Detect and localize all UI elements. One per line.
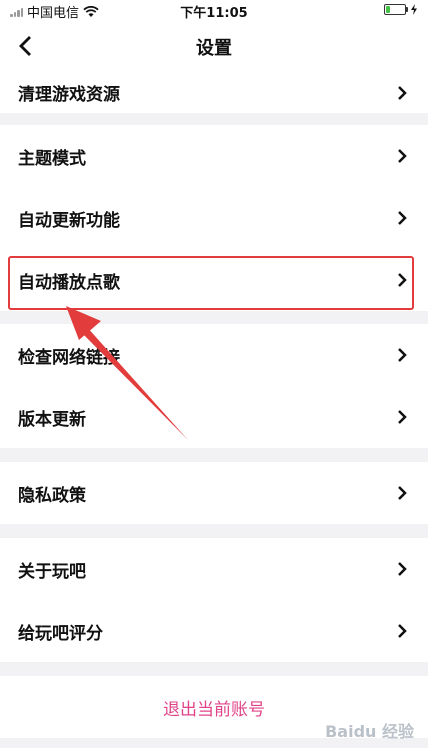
settings-group-preferences: 主题模式 自动更新功能 自动播放点歌 (0, 125, 428, 311)
setting-label: 自动更新功能 (18, 210, 120, 231)
setting-theme-mode[interactable]: 主题模式 (0, 125, 428, 187)
status-time: 下午11:05 (180, 6, 248, 21)
setting-label: 版本更新 (18, 409, 86, 430)
setting-label: 检查网络链接 (18, 347, 120, 368)
chevron-right-icon (398, 211, 407, 225)
chevron-right-icon (398, 486, 407, 500)
setting-label: 关于玩吧 (18, 561, 86, 582)
chevron-right-icon (398, 273, 407, 287)
setting-privacy-policy[interactable]: 隐私政策 (0, 462, 428, 524)
charging-icon (411, 4, 417, 15)
battery-icon (384, 4, 408, 15)
settings-group-about: 关于玩吧 给玩吧评分 (0, 538, 428, 662)
settings-group-storage: 清理游戏资源 (0, 72, 428, 113)
setting-check-network[interactable]: 检查网络链接 (0, 324, 428, 386)
setting-label: 清理游戏资源 (18, 85, 120, 105)
settings-group-privacy: 隐私政策 (0, 462, 428, 524)
setting-label: 自动播放点歌 (18, 272, 120, 293)
watermark-logo: Baidu 经验 (325, 722, 414, 741)
setting-version-update[interactable]: 版本更新 (0, 386, 428, 448)
setting-rate-wanba[interactable]: 给玩吧评分 (0, 600, 428, 662)
setting-about-wanba[interactable]: 关于玩吧 (0, 538, 428, 600)
chevron-right-icon (398, 348, 407, 362)
setting-autoplay-songs[interactable]: 自动播放点歌 (0, 249, 428, 311)
settings-group-network: 检查网络链接 版本更新 (0, 324, 428, 448)
setting-auto-update[interactable]: 自动更新功能 (0, 187, 428, 249)
page-title: 设置 (196, 38, 232, 59)
setting-label: 主题模式 (18, 148, 86, 169)
setting-label: 隐私政策 (18, 485, 86, 506)
chevron-right-icon (398, 149, 407, 163)
status-right (384, 4, 418, 15)
chevron-right-icon (398, 624, 407, 638)
chevron-right-icon (398, 85, 407, 100)
chevron-right-icon (398, 562, 407, 576)
nav-bar: 设置 (0, 20, 428, 72)
chevron-right-icon (398, 410, 407, 424)
logout-button[interactable]: 退出当前账号 (163, 695, 265, 720)
status-bar: 中国电信 下午11:05 (0, 0, 428, 21)
setting-label: 给玩吧评分 (18, 623, 103, 644)
setting-clear-game-resources[interactable]: 清理游戏资源 (0, 72, 428, 113)
